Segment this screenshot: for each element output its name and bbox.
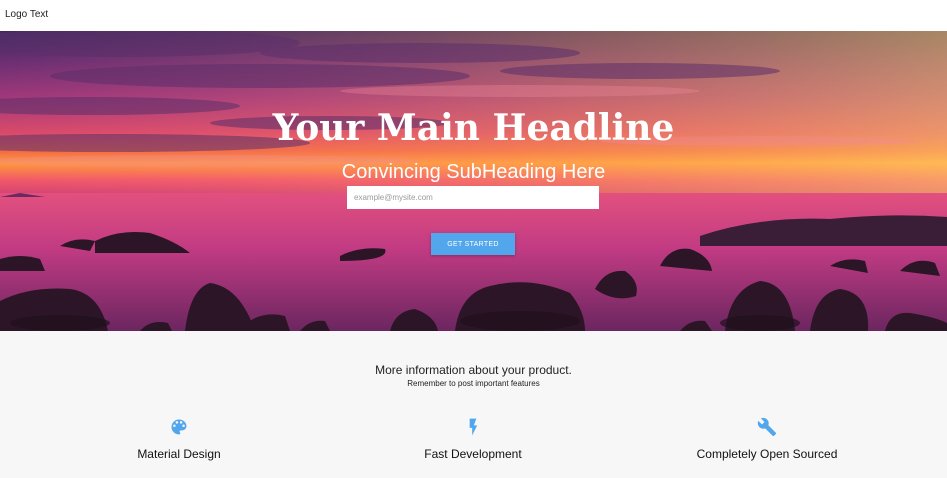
palette-icon xyxy=(171,419,187,435)
flash-icon xyxy=(469,418,478,436)
hero-banner: Your Main Headline Convincing SubHeading… xyxy=(0,31,947,331)
feature-label: Completely Open Sourced xyxy=(696,447,838,461)
email-input[interactable] xyxy=(347,186,599,209)
feature-material-design: Material Design xyxy=(29,417,329,461)
navbar: Logo Text xyxy=(0,0,947,31)
info-section: More information about your product. Rem… xyxy=(0,331,947,478)
feature-open-source: Completely Open Sourced xyxy=(617,417,917,461)
info-subtitle: Remember to post important features xyxy=(407,379,540,388)
logo-link[interactable]: Logo Text xyxy=(5,9,48,20)
feature-label: Material Design xyxy=(137,447,221,461)
info-title: More information about your product. xyxy=(375,363,572,377)
get-started-button[interactable]: GET STARTED xyxy=(431,233,515,255)
feature-label: Fast Development xyxy=(424,447,522,461)
wrench-icon xyxy=(757,417,777,437)
subheading: Convincing SubHeading Here xyxy=(341,161,606,183)
feature-fast-development: Fast Development xyxy=(323,417,623,461)
main-headline: Your Main Headline xyxy=(272,107,675,149)
